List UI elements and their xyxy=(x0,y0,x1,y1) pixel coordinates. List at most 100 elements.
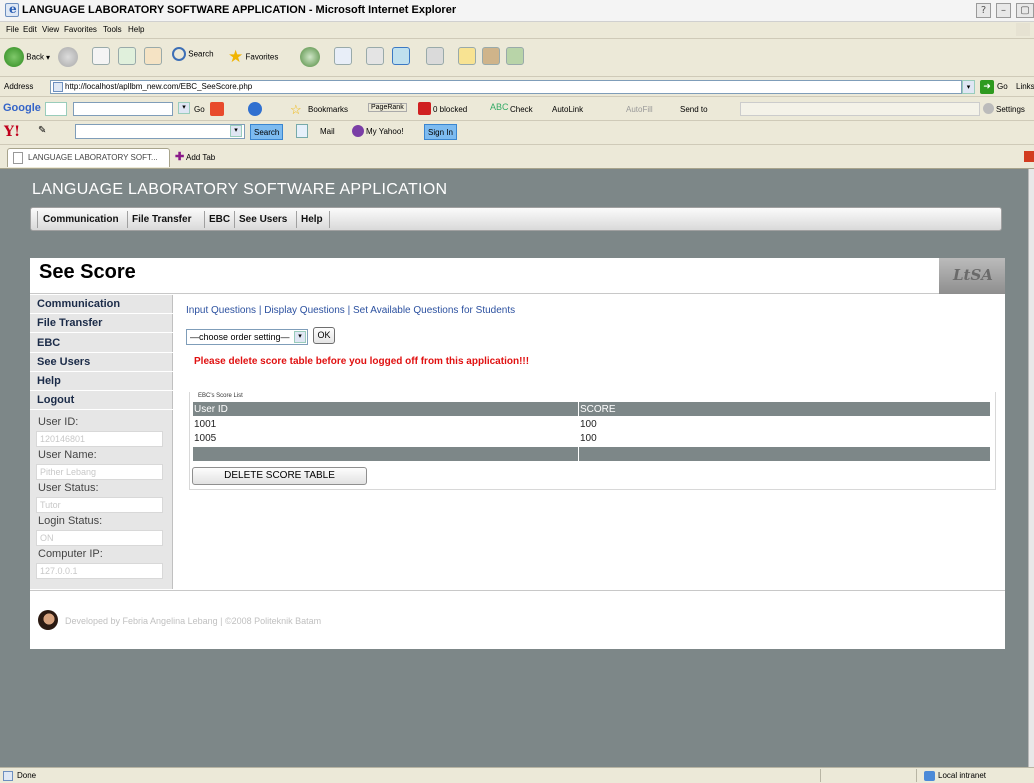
go-arrow-icon[interactable]: ➜ xyxy=(980,80,994,94)
address-bar: Address http://localhost/apllbm_new.com/… xyxy=(0,78,1034,97)
nav-see-users[interactable]: See Users xyxy=(239,214,287,225)
my-yahoo-button[interactable]: My Yahoo! xyxy=(366,127,404,136)
print-button[interactable] xyxy=(366,47,384,69)
sidebar-item-ebc[interactable]: EBC xyxy=(30,334,173,353)
maximize-icon[interactable]: ▢ xyxy=(1016,3,1034,18)
go-button[interactable]: Go xyxy=(997,82,1008,91)
ltsa-logo: LtSA xyxy=(939,258,1005,294)
address-dropdown-icon[interactable]: ▾ xyxy=(962,80,975,94)
menu-favorites[interactable]: Favorites xyxy=(64,25,97,34)
notes-button[interactable] xyxy=(458,47,476,69)
home-button[interactable] xyxy=(144,47,162,69)
settings-button[interactable]: Settings xyxy=(996,105,1025,114)
select-dropdown-icon: ▾ xyxy=(294,331,306,343)
yahoo-page-icon[interactable] xyxy=(296,124,308,138)
menu-view[interactable]: View xyxy=(42,25,59,34)
yahoo-logo-icon: Y! xyxy=(4,124,21,140)
nav-separator xyxy=(37,211,38,228)
tab-active[interactable]: LANGUAGE LABORATORY SOFT... xyxy=(7,148,170,167)
add-tab-button[interactable]: ✚ Add Tab xyxy=(175,150,215,163)
forward-button[interactable] xyxy=(58,47,78,69)
sidebar-item-logout[interactable]: Logout xyxy=(30,391,173,410)
close-tab-icon[interactable] xyxy=(1024,151,1034,162)
address-label: Address xyxy=(4,82,34,91)
google-news-icon[interactable] xyxy=(210,102,224,116)
check-button[interactable]: Check xyxy=(510,105,533,114)
bookmarks-star-icon: ☆ xyxy=(290,102,302,117)
nav-communication[interactable]: Communication xyxy=(43,214,119,225)
links-button[interactable]: Links xyxy=(1016,82,1034,91)
sidebar-item-communication[interactable]: Communication xyxy=(30,295,173,314)
score-list-caption: EBC's Score List xyxy=(198,393,243,399)
edit-button[interactable] xyxy=(392,47,410,69)
yahoo-search-button[interactable]: Search xyxy=(250,124,284,140)
nav-help[interactable]: Help xyxy=(301,214,323,225)
research-button[interactable] xyxy=(482,47,500,69)
autofill-button[interactable]: AutoFill xyxy=(626,105,653,114)
minimize-icon[interactable]: – xyxy=(996,3,1011,18)
page-panel: See Score LtSA Communication File Transf… xyxy=(30,258,1005,649)
tab-bar: LANGUAGE LABORATORY SOFT... ✚ Add Tab xyxy=(0,145,1034,169)
menu-tools[interactable]: Tools xyxy=(103,25,122,34)
table-footer-row xyxy=(192,446,991,462)
sidebar-item-help[interactable]: Help xyxy=(30,372,173,391)
footer-cell xyxy=(192,446,579,462)
add-tab-icon: ✚ xyxy=(175,151,185,163)
link-separator: | xyxy=(258,305,262,316)
computer-ip-field: 127.0.0.1 xyxy=(36,563,163,579)
google-info-icon[interactable] xyxy=(248,102,262,116)
pagerank-button[interactable]: PageRank xyxy=(368,103,407,112)
bookmarks-button[interactable]: Bookmarks xyxy=(308,105,348,114)
back-button[interactable]: Back xyxy=(4,47,44,69)
yahoo-dropdown-icon[interactable]: ▾ xyxy=(230,125,242,137)
delete-score-table-button[interactable]: DELETE SCORE TABLE xyxy=(192,467,367,485)
popup-blocked-count[interactable]: 0 blocked xyxy=(433,105,467,114)
autolink-button[interactable]: AutoLink xyxy=(552,105,583,114)
status-divider xyxy=(820,769,821,782)
discuss-button[interactable] xyxy=(426,47,444,69)
nav-file-transfer[interactable]: File Transfer xyxy=(132,214,191,225)
back-arrow-icon xyxy=(4,47,24,67)
refresh-button[interactable] xyxy=(118,47,136,69)
help-icon[interactable]: ? xyxy=(976,3,991,18)
nav-ebc[interactable]: EBC xyxy=(209,214,230,225)
search-button[interactable]: Search xyxy=(172,47,214,69)
cell-user-id: 1001 xyxy=(192,416,579,432)
messenger-button[interactable] xyxy=(506,47,524,69)
settings-icon xyxy=(983,103,994,114)
sign-in-button[interactable]: Sign In xyxy=(424,124,457,140)
pencil-icon[interactable]: ✎ xyxy=(38,125,46,136)
status-bar: Done Local intranet xyxy=(0,767,1034,783)
menu-bar: File Edit View Favorites Tools Help xyxy=(0,22,1034,39)
display-questions-link[interactable]: Display Questions xyxy=(264,305,345,316)
menu-help[interactable]: Help xyxy=(128,25,144,34)
browser-viewport: LANGUAGE LABORATORY SOFTWARE APPLICATION… xyxy=(0,169,1028,767)
sidebar-item-file-transfer[interactable]: File Transfer xyxy=(30,314,173,333)
vertical-scrollbar[interactable] xyxy=(1028,169,1034,767)
history-button[interactable] xyxy=(300,47,320,69)
set-available-questions-link[interactable]: Set Available Questions for Students xyxy=(353,305,515,316)
input-questions-link[interactable]: Input Questions xyxy=(186,305,256,316)
yahoo-mail-button[interactable]: Mail xyxy=(320,127,335,136)
nav-separator xyxy=(127,211,128,228)
menu-edit[interactable]: Edit xyxy=(23,25,37,34)
order-setting-select[interactable]: —choose order setting— ▾ xyxy=(186,329,308,345)
google-dropdown-icon[interactable]: ▾ xyxy=(178,102,190,114)
cell-user-id: 1005 xyxy=(192,431,579,447)
google-go-button[interactable]: Go xyxy=(194,105,205,114)
google-search-input[interactable] xyxy=(73,102,173,116)
sendto-button[interactable]: Send to xyxy=(680,105,708,114)
menu-file[interactable]: File xyxy=(6,25,19,34)
favorites-button[interactable]: ★ Favorites xyxy=(228,47,278,69)
back-dropdown-icon[interactable]: ▾ xyxy=(46,53,50,75)
address-input[interactable]: http://localhost/apllbm_new.com/EBC_SeeS… xyxy=(50,80,962,94)
yahoo-search-input[interactable] xyxy=(75,124,245,139)
ie-logo-icon xyxy=(5,2,19,17)
ok-button[interactable]: OK xyxy=(313,327,335,344)
column-header-score: SCORE xyxy=(578,401,991,417)
sidebar-item-see-users[interactable]: See Users xyxy=(30,353,173,372)
google-g-icon[interactable] xyxy=(45,102,67,116)
mail-button[interactable] xyxy=(334,47,352,69)
status-text: Done xyxy=(17,771,37,780)
stop-button[interactable] xyxy=(92,47,110,69)
